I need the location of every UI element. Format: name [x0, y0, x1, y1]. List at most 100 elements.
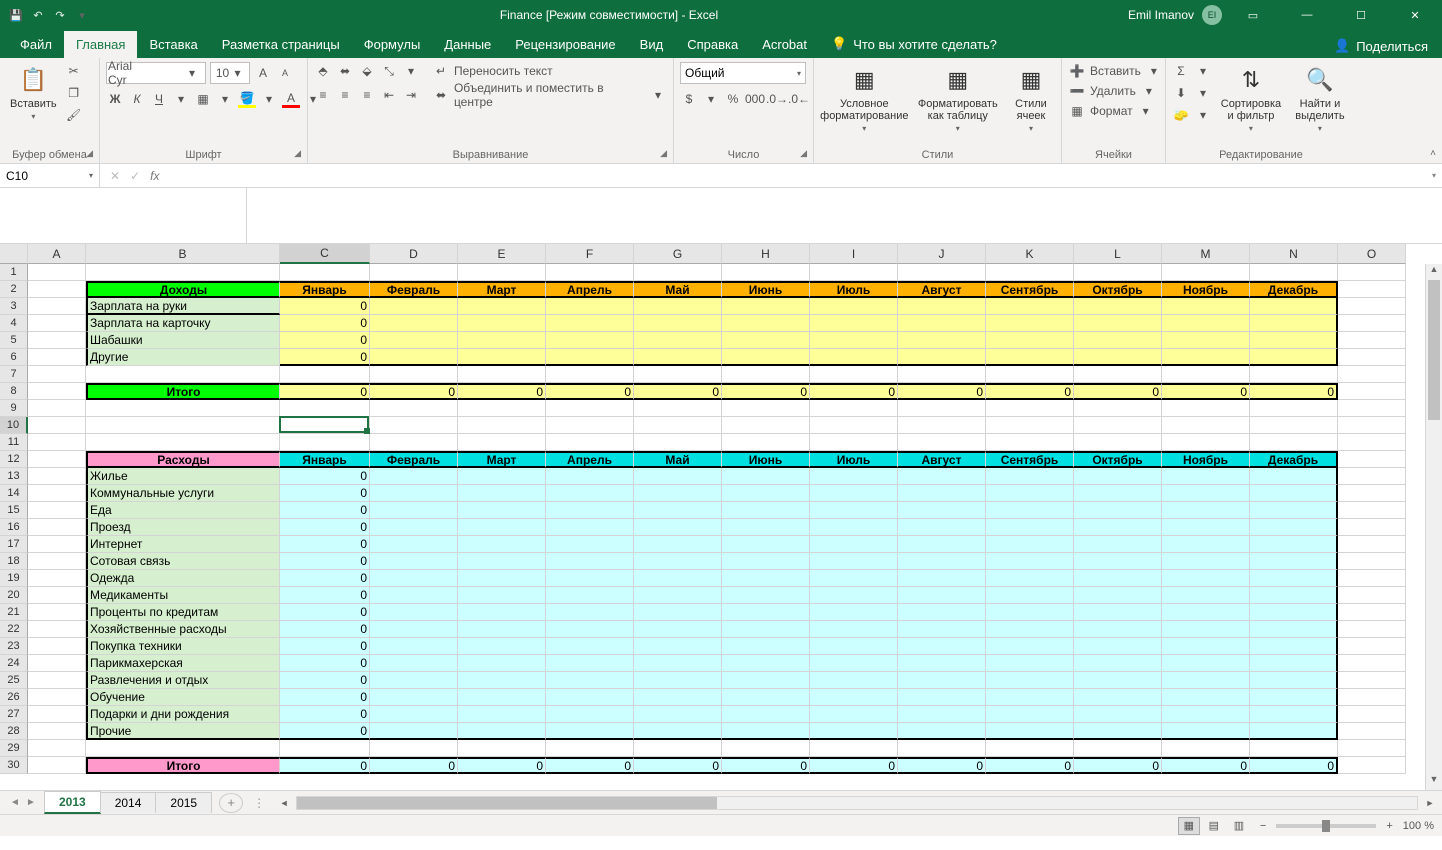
scroll-down-icon[interactable]: ▼: [1426, 774, 1442, 790]
zoom-slider[interactable]: [1276, 824, 1376, 828]
close-button[interactable]: ✕: [1392, 0, 1438, 30]
row-header-26[interactable]: 26: [0, 689, 28, 706]
col-header-F[interactable]: F: [546, 244, 634, 264]
italic-button[interactable]: К: [128, 90, 146, 108]
copy-icon[interactable]: ❐: [65, 84, 83, 102]
conditional-formatting-button[interactable]: ▦Условное форматирование▾: [820, 62, 909, 135]
row-header-12[interactable]: 12: [0, 451, 28, 468]
row-header-10[interactable]: 10: [0, 417, 28, 434]
col-header-D[interactable]: D: [370, 244, 458, 264]
zoom-out-button[interactable]: −: [1260, 820, 1266, 832]
sheet-tab-2014[interactable]: 2014: [100, 792, 157, 813]
row-header-29[interactable]: 29: [0, 740, 28, 757]
col-header-C[interactable]: C: [280, 244, 370, 264]
format-cells-button[interactable]: ▦Формат▾: [1068, 102, 1155, 120]
row-header-19[interactable]: 19: [0, 570, 28, 587]
row-header-15[interactable]: 15: [0, 502, 28, 519]
col-header-O[interactable]: O: [1338, 244, 1406, 264]
page-break-view-icon[interactable]: ▥: [1228, 817, 1250, 835]
new-sheet-button[interactable]: +: [219, 793, 243, 813]
redo-icon[interactable]: ↷: [52, 7, 68, 23]
font-color-icon[interactable]: A: [282, 90, 300, 108]
tell-me[interactable]: 💡Что вы хотите сделать?: [819, 30, 1009, 58]
undo-icon[interactable]: ↶: [30, 7, 46, 23]
scroll-up-icon[interactable]: ▲: [1426, 264, 1442, 280]
row-header-21[interactable]: 21: [0, 604, 28, 621]
clipboard-dialog-icon[interactable]: ◢: [86, 148, 93, 159]
tab-help[interactable]: Справка: [675, 31, 750, 58]
page-layout-view-icon[interactable]: ▤: [1203, 817, 1225, 835]
horizontal-scrollbar[interactable]: [296, 796, 1418, 810]
decrease-font-icon[interactable]: A: [276, 64, 294, 82]
format-painter-icon[interactable]: 🖌: [65, 106, 83, 124]
row-header-22[interactable]: 22: [0, 621, 28, 638]
user-name[interactable]: Emil Imanov: [1128, 8, 1194, 22]
tab-insert[interactable]: Вставка: [137, 31, 209, 58]
row-header-14[interactable]: 14: [0, 485, 28, 502]
accounting-icon[interactable]: $: [680, 90, 698, 108]
format-as-table-button[interactable]: ▦Форматировать как таблицу▾: [913, 62, 1003, 135]
name-box[interactable]: C10▾: [0, 164, 100, 187]
row-header-16[interactable]: 16: [0, 519, 28, 536]
row-header-17[interactable]: 17: [0, 536, 28, 553]
underline-button[interactable]: Ч: [150, 90, 168, 108]
row-header-5[interactable]: 5: [0, 332, 28, 349]
tab-formulas[interactable]: Формулы: [352, 31, 433, 58]
col-header-K[interactable]: K: [986, 244, 1074, 264]
cut-icon[interactable]: ✂: [65, 62, 83, 80]
sort-filter-button[interactable]: ⇅Сортировка и фильтр▾: [1216, 62, 1286, 135]
row-header-24[interactable]: 24: [0, 655, 28, 672]
row-header-28[interactable]: 28: [0, 723, 28, 740]
row-header-7[interactable]: 7: [0, 366, 28, 383]
number-dialog-icon[interactable]: ◢: [800, 148, 807, 159]
scroll-thumb[interactable]: [1428, 280, 1440, 420]
zoom-in-button[interactable]: +: [1386, 820, 1392, 832]
fill-color-icon[interactable]: 🪣: [238, 90, 256, 108]
col-header-L[interactable]: L: [1074, 244, 1162, 264]
row-header-6[interactable]: 6: [0, 349, 28, 366]
vertical-scrollbar[interactable]: ▲ ▼: [1425, 264, 1442, 790]
maximize-button[interactable]: ☐: [1338, 0, 1384, 30]
font-size-combo[interactable]: 10▾: [210, 62, 250, 84]
collapse-ribbon-icon[interactable]: ˄: [1430, 148, 1436, 159]
share-button[interactable]: 👤Поделиться: [1320, 34, 1442, 58]
number-format-combo[interactable]: Общий▾: [680, 62, 806, 84]
tab-acrobat[interactable]: Acrobat: [750, 31, 819, 58]
font-dialog-icon[interactable]: ◢: [294, 148, 301, 159]
wrap-text-button[interactable]: ↵Переносить текст: [432, 62, 667, 80]
row-header-3[interactable]: 3: [0, 298, 28, 315]
find-select-button[interactable]: 🔍Найти и выделить▾: [1290, 62, 1350, 135]
paste-button[interactable]: 📋 Вставить ▾: [6, 62, 61, 123]
tab-file[interactable]: Файл: [8, 31, 64, 58]
increase-font-icon[interactable]: A: [254, 64, 272, 82]
enter-formula-icon[interactable]: ✓: [130, 169, 140, 183]
row-header-23[interactable]: 23: [0, 638, 28, 655]
borders-icon[interactable]: ▦: [194, 90, 212, 108]
tab-data[interactable]: Данные: [432, 31, 503, 58]
sheet-tab-2015[interactable]: 2015: [155, 792, 212, 813]
col-header-J[interactable]: J: [898, 244, 986, 264]
col-header-A[interactable]: A: [28, 244, 86, 264]
row-header-8[interactable]: 8: [0, 383, 28, 400]
decrease-indent-icon[interactable]: ⇤: [380, 86, 398, 104]
hscroll-left-icon[interactable]: ◄: [276, 798, 292, 808]
orientation-icon[interactable]: ⤡: [380, 62, 398, 80]
select-all-button[interactable]: [0, 244, 28, 264]
col-header-I[interactable]: I: [810, 244, 898, 264]
cancel-formula-icon[interactable]: ✕: [110, 169, 120, 183]
tab-scroll-right-icon[interactable]: ►: [24, 797, 38, 808]
zoom-level[interactable]: 100 %: [1403, 820, 1434, 832]
minimize-button[interactable]: —: [1284, 0, 1330, 30]
align-bottom-icon[interactable]: ⬙: [358, 62, 376, 80]
clear-icon[interactable]: 🧽: [1172, 106, 1190, 124]
col-header-M[interactable]: M: [1162, 244, 1250, 264]
align-top-icon[interactable]: ⬘: [314, 62, 332, 80]
increase-decimal-icon[interactable]: .0→: [768, 90, 786, 108]
row-header-27[interactable]: 27: [0, 706, 28, 723]
row-header-13[interactable]: 13: [0, 468, 28, 485]
col-header-G[interactable]: G: [634, 244, 722, 264]
align-center-icon[interactable]: ≡: [336, 86, 354, 104]
col-header-H[interactable]: H: [722, 244, 810, 264]
qat-dropdown-icon[interactable]: ▾: [74, 7, 90, 23]
row-header-18[interactable]: 18: [0, 553, 28, 570]
